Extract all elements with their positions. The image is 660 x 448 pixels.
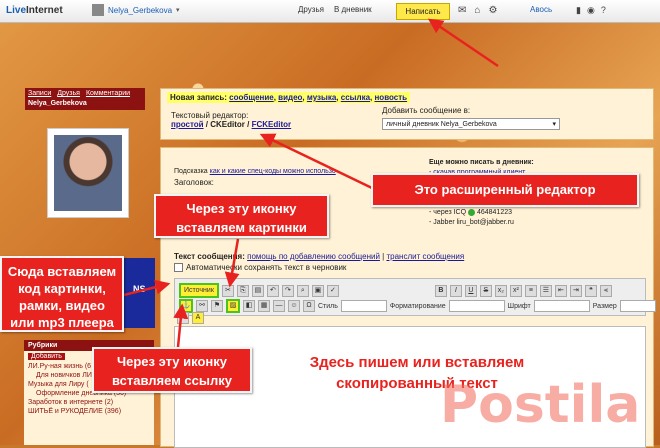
arrow-to-editor-choice (259, 133, 373, 190)
callout-link-line2: вставляем ссылку (111, 373, 232, 388)
callout-code-line2: код картинки, (18, 281, 106, 296)
callout-code-line1: Сюда вставляем (7, 264, 117, 279)
callout-link-line1: Через эту иконку (116, 354, 227, 369)
watermark-logo: Postila (440, 375, 641, 435)
callout-code: Сюда вставляем код картинки, рамки, виде… (0, 256, 124, 332)
callout-advanced-editor: Это расширенный редактор (371, 173, 639, 207)
arrow-to-source-button (123, 279, 171, 297)
callout-code-line4: или mp3 плеера (10, 315, 114, 330)
arrow-to-link-icon (173, 303, 189, 348)
arrow-to-write-button (427, 18, 499, 68)
arrow-to-image-icon (224, 238, 240, 288)
callout-link-icon: Через эту иконку вставляем ссылку (92, 347, 252, 393)
callout-image-line2: вставляем картинки (176, 220, 307, 235)
callout-image-icon: Через эту иконку вставляем картинки (154, 194, 329, 238)
callout-image-line1: Через эту иконку (186, 201, 297, 216)
callout-code-line3: рамки, видео (19, 298, 105, 313)
write-here-line1: Здесь пишем или вставляем (309, 354, 525, 371)
